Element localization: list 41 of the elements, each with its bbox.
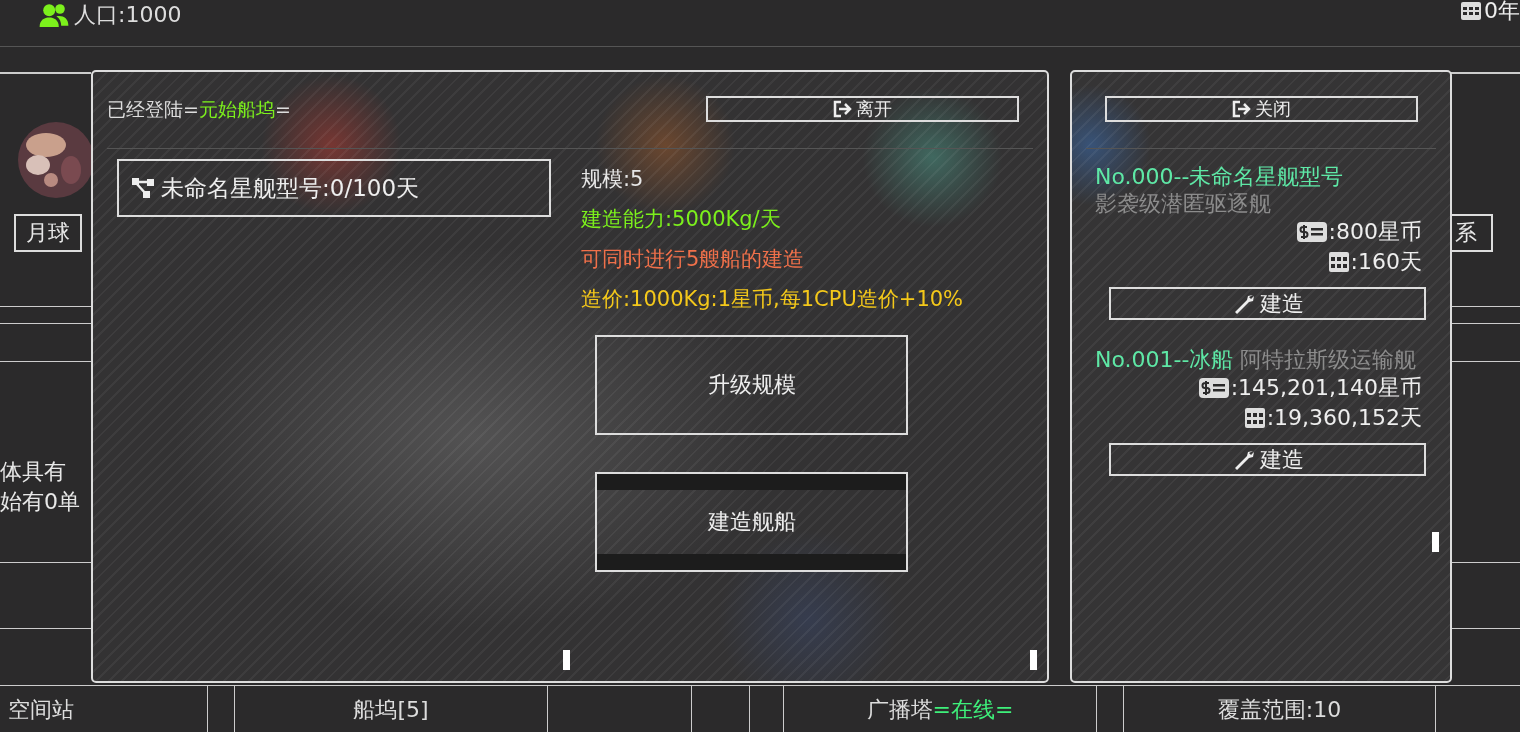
ship-name: No.001--冰船 <box>1095 347 1234 372</box>
exit-icon <box>833 100 853 118</box>
scrollbar-thumb[interactable] <box>1432 532 1439 552</box>
money-icon <box>1296 222 1327 242</box>
ship-name: No.000--未命名星舰型号 <box>1095 164 1344 189</box>
nodes-icon <box>131 178 155 198</box>
cost-text: :145,201,140星币 <box>1230 374 1422 402</box>
users-icon <box>38 3 70 27</box>
time-text: :160天 <box>1350 248 1422 276</box>
build-button[interactable]: 建造 <box>1109 443 1426 476</box>
population-text: 人口:1000 <box>74 1 182 29</box>
build-queue-item[interactable]: 未命名星舰型号:0/100天 <box>117 159 551 217</box>
date-text: 0年 <box>1484 0 1520 25</box>
stat-text: 造价:1000Kg:1星币,每1CPU造价+10% <box>581 286 964 313</box>
build-button[interactable]: 建造 <box>1109 287 1426 320</box>
queue-text: 未命名星舰型号:0/100天 <box>161 173 420 203</box>
tab-label[interactable]: 空间站 <box>8 694 74 725</box>
build-ship-button[interactable]: 建造舰船 <box>595 472 908 572</box>
planet-label[interactable]: 月球 <box>14 214 82 252</box>
stat-text: 规模:5 <box>581 166 644 193</box>
money-icon <box>1198 378 1229 398</box>
description-text: 体具有 <box>0 458 67 486</box>
time-text: :19,360,152天 <box>1266 404 1422 432</box>
tab-label[interactable]: 船坞[5] <box>353 694 429 725</box>
calendar-icon <box>1244 408 1265 428</box>
scrollbar-thumb[interactable] <box>563 650 570 670</box>
description-text: 始有0单 <box>0 488 81 516</box>
tab-label[interactable]: 覆盖范围:10 <box>1217 694 1342 725</box>
exit-icon <box>1231 100 1252 118</box>
dialog-title: 已经登陆=元始船坞= <box>107 97 291 122</box>
leave-button[interactable]: 离开 <box>706 96 1019 122</box>
ship-class: 阿特拉斯级运输舰 <box>1240 346 1417 373</box>
scrollbar-thumb[interactable] <box>1030 650 1037 670</box>
upgrade-button[interactable]: 升级规模 <box>595 335 908 435</box>
tab-label[interactable]: 广播塔=在线= <box>866 694 1014 725</box>
stat-text: 建造能力:5000Kg/天 <box>581 206 781 233</box>
calendar-icon <box>1328 252 1349 272</box>
stat-text: 可同时进行5艘船的建造 <box>581 246 805 273</box>
cost-text: :800星币 <box>1328 218 1422 246</box>
ship-class: 影袭级潜匿驱逐舰 <box>1095 190 1271 217</box>
close-button[interactable]: 关闭 <box>1104 96 1418 122</box>
